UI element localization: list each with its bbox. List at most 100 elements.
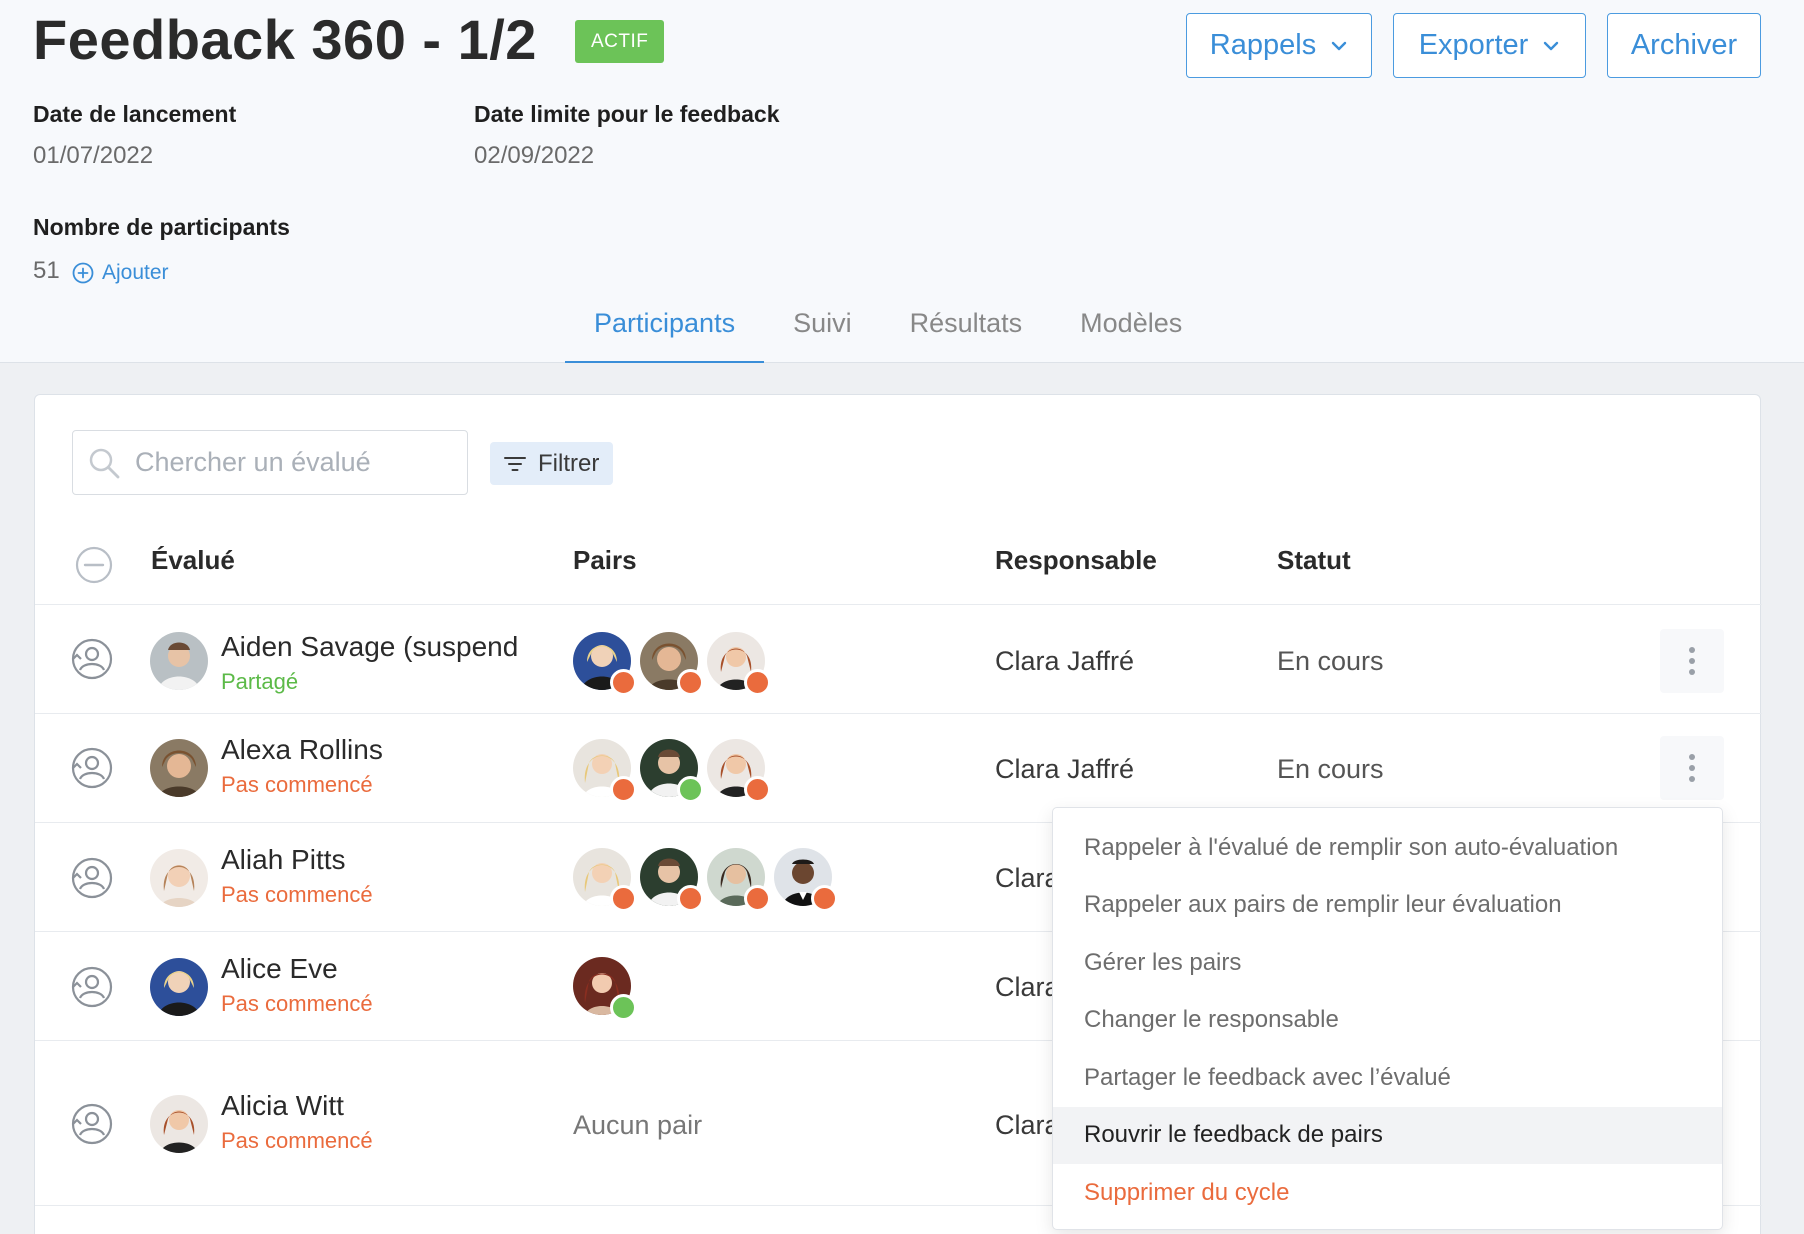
menu-item-change-manager[interactable]: Changer le responsable (1053, 992, 1722, 1050)
status-dot (744, 669, 771, 696)
avatar (150, 1095, 208, 1153)
table-row[interactable]: Aiden Savage (suspend Partagé Clara Jaff… (35, 604, 1762, 713)
table-row[interactable]: Alexa Rollins Pas commencé Clara Jaffré … (35, 713, 1762, 822)
avatar (150, 958, 208, 1016)
add-participant-link[interactable]: Ajouter (72, 261, 169, 285)
chevron-down-icon (1544, 41, 1559, 50)
peer-avatar[interactable] (640, 739, 704, 803)
avatar (150, 849, 208, 907)
status-dot (744, 776, 771, 803)
evaluee-name[interactable]: Aiden Savage (suspend (221, 631, 571, 663)
deadline-label: Date limite pour le feedback (474, 101, 780, 127)
reminders-button[interactable]: Rappels (1186, 13, 1372, 78)
evaluee-name[interactable]: Alice Eve (221, 953, 338, 985)
menu-item-remind-peers[interactable]: Rappeler aux pairs de remplir leur évalu… (1053, 877, 1722, 935)
filter-button-label: Filtrer (538, 449, 600, 477)
tab-resultats[interactable]: Résultats (881, 300, 1052, 363)
avatar (150, 632, 208, 690)
archive-button-label: Archiver (1630, 29, 1738, 61)
select-all-checkbox[interactable] (74, 545, 114, 585)
menu-item-remind-self-evaluation[interactable]: Rappeler à l'évalué de remplir son auto-… (1053, 819, 1722, 877)
peer-avatar[interactable] (707, 632, 771, 696)
reassign-user-icon[interactable] (69, 745, 115, 791)
column-header-status[interactable]: Statut (1277, 545, 1351, 576)
filter-button[interactable]: Filtrer (490, 442, 614, 485)
manager-name: Clara (995, 863, 1060, 893)
status-dot (610, 885, 637, 912)
column-header-peers[interactable]: Pairs (573, 545, 637, 576)
peer-avatar[interactable] (573, 632, 637, 696)
reassign-user-icon[interactable] (69, 636, 115, 682)
status-dot (744, 885, 771, 912)
reminders-button-label: Rappels (1209, 29, 1317, 61)
reassign-user-icon[interactable] (69, 1101, 115, 1147)
share-status: Partagé (221, 669, 299, 694)
share-status: Pas commencé (221, 1128, 373, 1153)
share-status: Pas commencé (221, 772, 373, 797)
status-dot (610, 776, 637, 803)
menu-item-remove-from-cycle[interactable]: Supprimer du cycle (1053, 1164, 1722, 1222)
manager-name: Clara Jaffré (995, 646, 1135, 676)
peer-avatar[interactable] (774, 848, 838, 912)
chevron-down-icon (1332, 41, 1347, 50)
archive-button[interactable]: Archiver (1607, 13, 1761, 78)
status-dot (610, 994, 637, 1021)
row-status: En cours (1277, 646, 1384, 676)
kebab-dot (1689, 776, 1695, 782)
manager-name: Clara Jaffré (995, 754, 1135, 784)
evaluee-name[interactable]: Aliah Pitts (221, 844, 346, 876)
kebab-dot (1689, 658, 1695, 664)
menu-item-share-feedback[interactable]: Partager le feedback avec l’évalué (1053, 1049, 1722, 1107)
export-button-label: Exporter (1418, 29, 1529, 61)
kebab-dot (1689, 669, 1695, 675)
menu-item-reopen-peer-feedback[interactable]: Rouvrir le feedback de pairs (1053, 1106, 1722, 1164)
row-actions-menu-button[interactable] (1660, 629, 1724, 693)
menu-item-manage-peers[interactable]: Gérer les pairs (1053, 934, 1722, 992)
status-dot (811, 885, 838, 912)
reassign-user-icon[interactable] (69, 964, 115, 1010)
peer-avatar[interactable] (640, 632, 704, 696)
peer-avatar[interactable] (640, 848, 704, 912)
peer-avatar[interactable] (707, 848, 771, 912)
kebab-dot (1689, 765, 1695, 771)
row-actions-menu: Rappeler à l'évalué de remplir son auto-… (1052, 807, 1723, 1230)
peer-avatar[interactable] (573, 848, 637, 912)
evaluee-name[interactable]: Alexa Rollins (221, 734, 383, 766)
peer-avatar[interactable] (573, 957, 637, 1021)
tab-modeles[interactable]: Modèles (1051, 300, 1211, 363)
tab-bar: Participants Suivi Résultats Modèles (565, 300, 1211, 363)
peer-avatar[interactable] (707, 739, 771, 803)
tab-participants[interactable]: Participants (565, 300, 765, 363)
reassign-user-icon[interactable] (69, 855, 115, 901)
manager-name: Clara (995, 972, 1060, 1002)
tab-suivi[interactable]: Suivi (764, 300, 881, 363)
export-button[interactable]: Exporter (1393, 13, 1586, 78)
row-status: En cours (1277, 754, 1384, 784)
row-actions-menu-button[interactable] (1660, 736, 1724, 800)
avatar (150, 739, 208, 797)
deadline-value: 02/09/2022 (474, 142, 595, 169)
share-status: Pas commencé (221, 991, 373, 1016)
search-box[interactable] (72, 430, 468, 495)
launch-date-label: Date de lancement (33, 101, 237, 127)
participants-count: 51 (33, 257, 60, 284)
evaluee-name[interactable]: Alicia Witt (221, 1090, 344, 1122)
column-header-manager[interactable]: Responsable (995, 545, 1157, 576)
status-dot (677, 776, 704, 803)
column-header-evaluee[interactable]: Évalué (151, 545, 235, 576)
kebab-dot (1689, 647, 1695, 653)
manager-name: Clara (995, 1110, 1060, 1140)
status-dot (677, 885, 704, 912)
search-input[interactable] (135, 447, 435, 478)
filter-icon (504, 456, 526, 471)
share-status: Pas commencé (221, 882, 373, 907)
participants-count-label: Nombre de participants (33, 214, 290, 240)
no-peer-label: Aucun pair (573, 1110, 703, 1140)
peer-avatar[interactable] (573, 739, 637, 803)
page-title: Feedback 360 - 1/2 (33, 8, 537, 71)
add-participant-label: Ajouter (102, 261, 169, 284)
search-icon (89, 448, 120, 478)
plus-circle-icon (72, 262, 94, 284)
launch-date-value: 01/07/2022 (33, 142, 154, 169)
page-header: Feedback 360 - 1/2 ACTIF Rappels Exporte… (0, 0, 1804, 363)
